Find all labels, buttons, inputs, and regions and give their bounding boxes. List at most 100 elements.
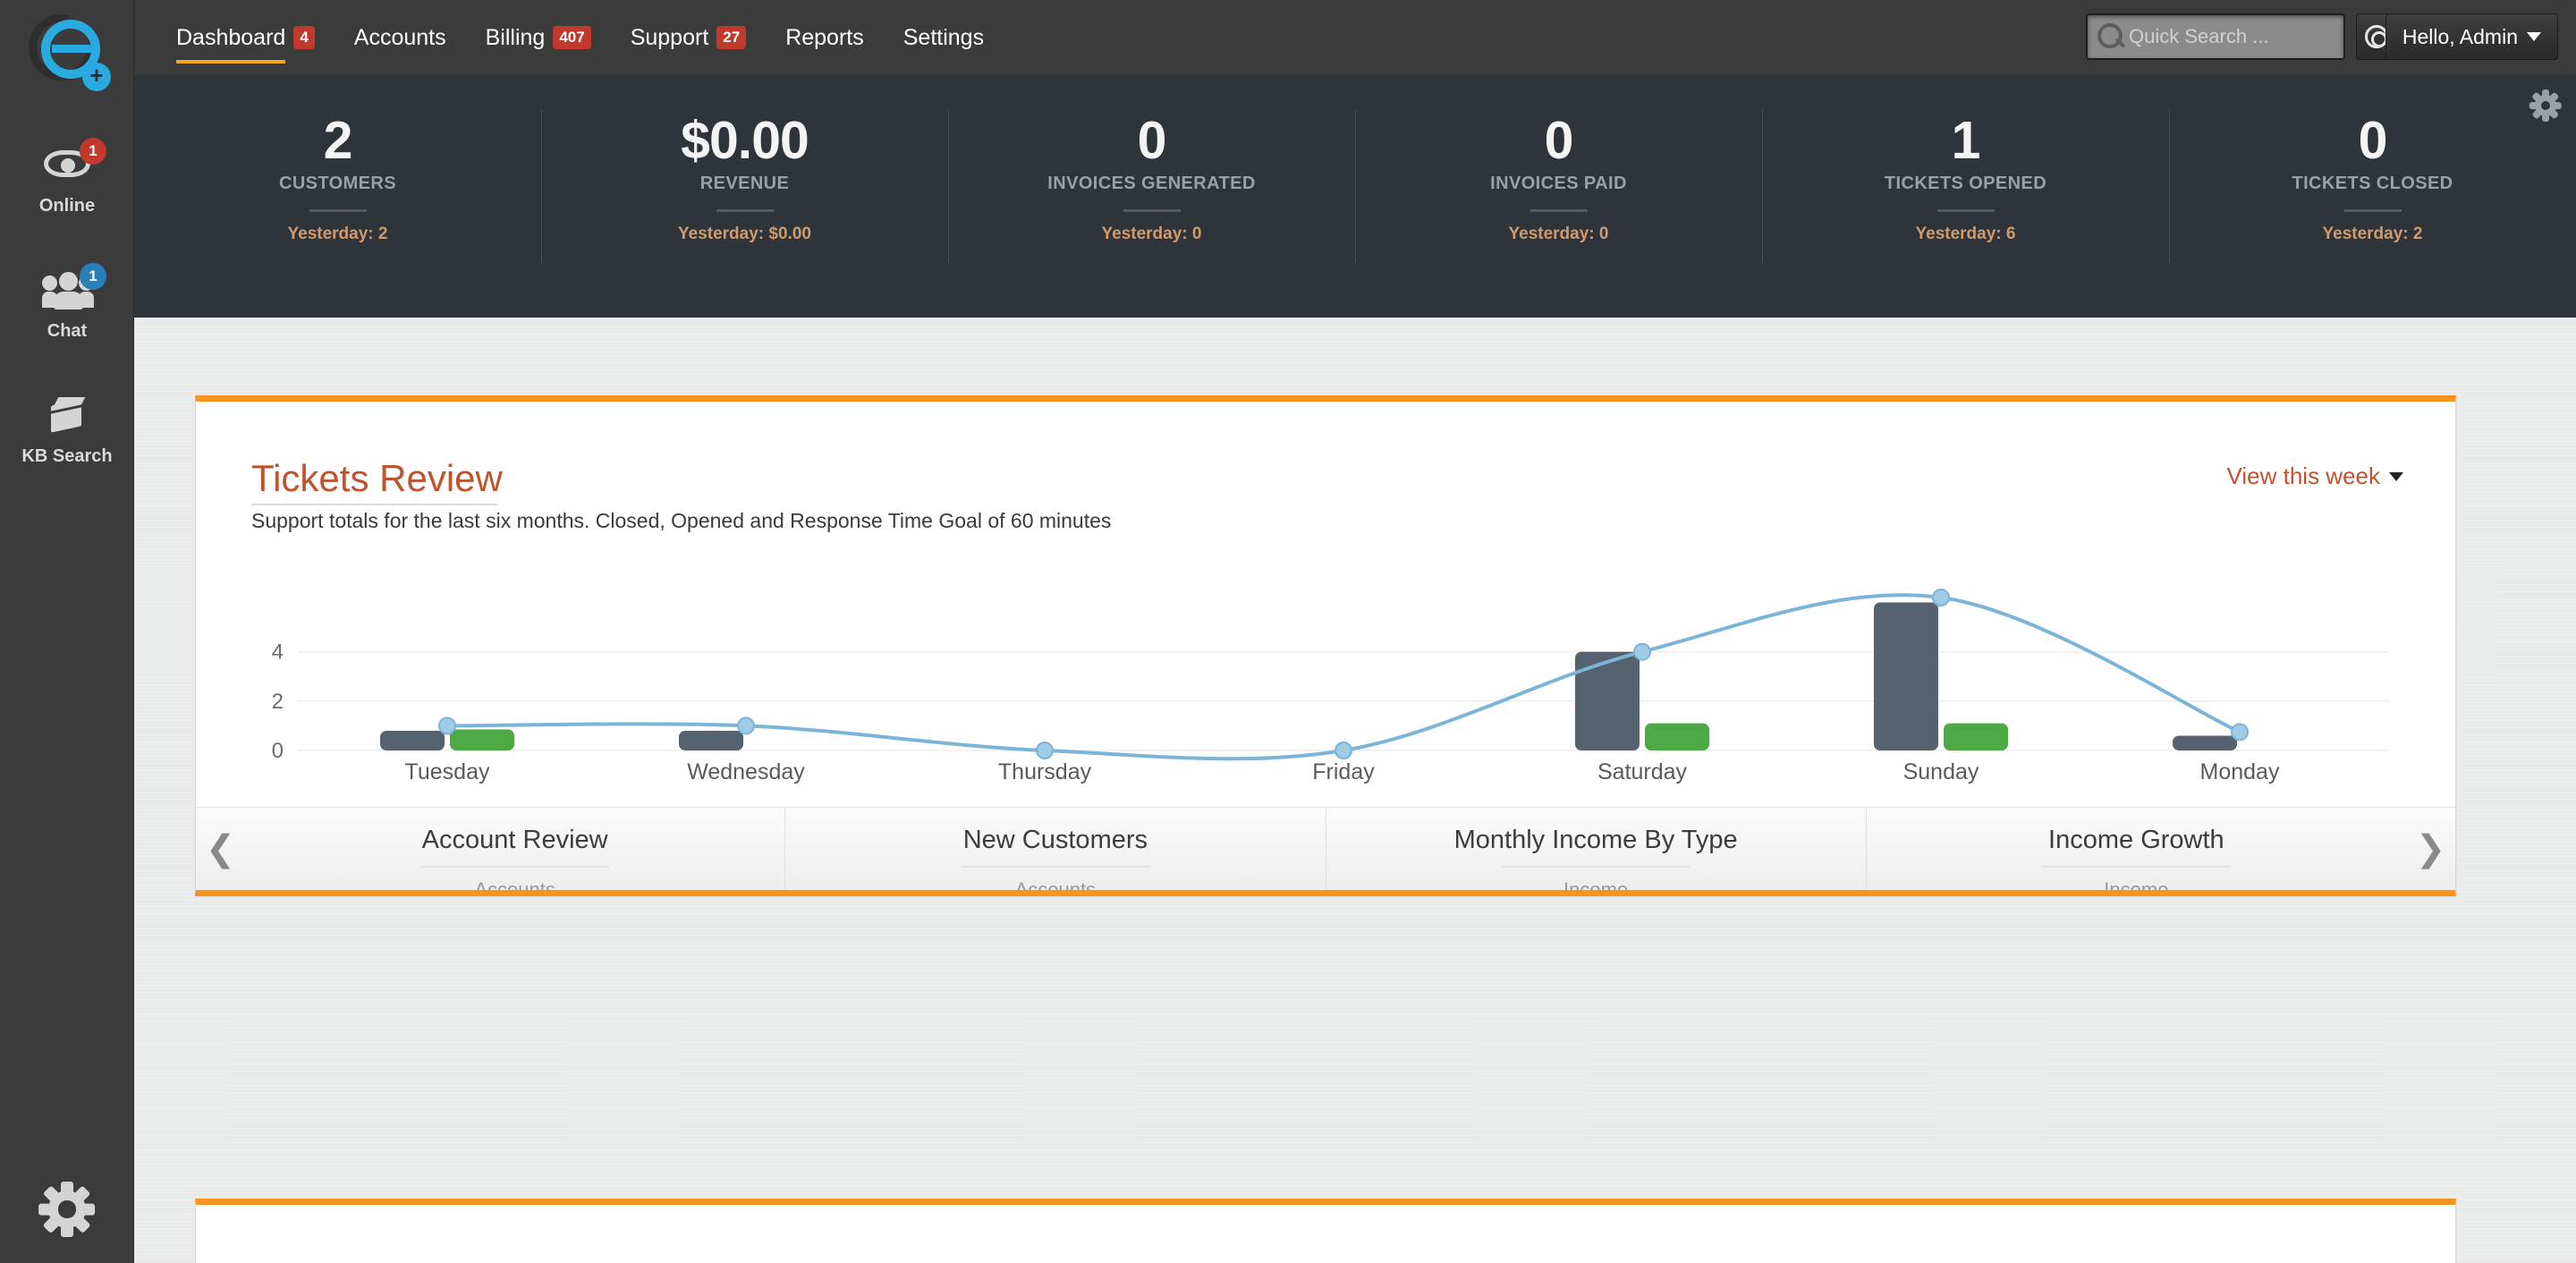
next-panel bbox=[195, 1199, 2456, 1263]
tickets-review-chart: 0 2 4 Tuesday Wednesday Thursday Friday Saturda… bbox=[251, 581, 2398, 786]
main-content: Tickets Review Support totals for the la… bbox=[134, 318, 2576, 1263]
x-axis-tick-label: Monday bbox=[2200, 759, 2280, 784]
chevron-left-icon[interactable]: ❮ bbox=[196, 808, 245, 890]
stat-customers[interactable]: 2 CUSTOMERS Yesterday: 2 bbox=[134, 97, 541, 293]
app-logo[interactable]: + bbox=[16, 2, 113, 95]
chart-line-point[interactable] bbox=[438, 716, 456, 735]
chart-bar[interactable] bbox=[1645, 723, 1709, 750]
rail-item-chat[interactable]: 1 Chat bbox=[0, 263, 134, 342]
y-axis-tick-label: 0 bbox=[272, 739, 284, 763]
rail-item-kb-search-label: KB Search bbox=[21, 446, 113, 466]
chart-bar[interactable] bbox=[1944, 723, 2008, 750]
chart-bar[interactable] bbox=[1575, 651, 1640, 750]
stat-invoices-paid-label: INVOICES PAID bbox=[1490, 174, 1627, 193]
carousel-track: Account Review Accounts New Customers Ac… bbox=[245, 808, 2406, 890]
chart-line-point[interactable] bbox=[2231, 723, 2249, 742]
carousel-tab-subtitle: Income bbox=[1563, 878, 1629, 890]
divider bbox=[2343, 209, 2402, 212]
chart-bar[interactable] bbox=[1874, 602, 1938, 750]
chart-line-point[interactable] bbox=[1932, 589, 1950, 607]
user-menu-label: Hello, Admin bbox=[2402, 24, 2518, 48]
y-axis-tick-label: 4 bbox=[272, 640, 284, 665]
nav-link-accounts-label: Accounts bbox=[353, 24, 446, 50]
y-axis-tick-label: 2 bbox=[272, 690, 284, 714]
nav-link-settings[interactable]: Settings bbox=[884, 0, 1004, 75]
book-icon bbox=[38, 394, 96, 437]
stat-invoices-generated-label: INVOICES GENERATED bbox=[1047, 174, 1256, 193]
nav-link-dashboard-label: Dashboard bbox=[176, 24, 286, 64]
nav-link-billing-label: Billing bbox=[485, 24, 546, 50]
nav-link-support[interactable]: Support 27 bbox=[611, 0, 766, 75]
carousel-tab-monthly-income-by-type[interactable]: Monthly Income By Type Income bbox=[1325, 808, 1866, 890]
chart-line-point[interactable] bbox=[1036, 742, 1054, 759]
nav-link-billing-count: 407 bbox=[553, 26, 591, 49]
gear-icon[interactable] bbox=[38, 1181, 96, 1238]
view-this-week-label: View this week bbox=[2226, 462, 2381, 489]
chart-line-point[interactable] bbox=[1633, 642, 1651, 661]
divider bbox=[2042, 866, 2231, 868]
chart-line-point[interactable] bbox=[1335, 742, 1352, 759]
stat-customers-yesterday: Yesterday: 2 bbox=[287, 225, 388, 243]
stat-customers-value: 2 bbox=[323, 111, 353, 170]
tickets-review-panel: Tickets Review Support totals for the la… bbox=[195, 395, 2456, 807]
stat-tickets-closed-yesterday: Yesterday: 2 bbox=[2322, 225, 2423, 243]
page-title: Tickets Review bbox=[251, 457, 503, 505]
stat-customers-label: CUSTOMERS bbox=[278, 174, 397, 193]
chart-bar[interactable] bbox=[450, 729, 514, 750]
search-box[interactable] bbox=[2086, 13, 2386, 60]
divider bbox=[309, 209, 367, 212]
quick-search bbox=[2086, 13, 2386, 60]
chart-bar[interactable] bbox=[2173, 735, 2237, 750]
search-input[interactable] bbox=[2125, 25, 2386, 48]
stats-bar: 2 CUSTOMERS Yesterday: 2 $0.00 REVENUE Y… bbox=[134, 75, 2576, 318]
nav-link-accounts[interactable]: Accounts bbox=[335, 0, 466, 75]
stat-tickets-opened-label: TICKETS OPENED bbox=[1884, 174, 2047, 193]
rail-item-online[interactable]: 1 Online bbox=[0, 138, 134, 216]
rail-item-kb-search[interactable]: KB Search bbox=[0, 394, 134, 467]
stat-invoices-generated-value: 0 bbox=[1137, 111, 1167, 170]
carousel-tab-title: Monthly Income By Type bbox=[1453, 826, 1738, 854]
chart-bar[interactable] bbox=[380, 730, 445, 750]
stat-invoices-paid-value: 0 bbox=[1544, 111, 1574, 170]
divider bbox=[716, 209, 774, 212]
carousel-tab-income-growth[interactable]: Income Growth Income bbox=[1865, 808, 2406, 890]
dashboard-widget-carousel: ❮ Account Review Accounts New Customers … bbox=[195, 807, 2456, 896]
stat-revenue-yesterday: Yesterday: $0.00 bbox=[678, 225, 811, 243]
view-this-week-dropdown[interactable]: View this week bbox=[2226, 462, 2403, 490]
carousel-tab-new-customers[interactable]: New Customers Accounts bbox=[784, 808, 1325, 890]
top-navigation-bar: Dashboard 4 Accounts Billing 407 Support… bbox=[134, 0, 2576, 75]
carousel: ❮ Account Review Accounts New Customers … bbox=[196, 808, 2455, 890]
plus-badge-icon: + bbox=[82, 63, 111, 91]
chart-bar[interactable] bbox=[679, 730, 743, 750]
stat-revenue-label: REVENUE bbox=[699, 174, 790, 193]
chart-line-point[interactable] bbox=[737, 716, 755, 735]
chevron-right-icon[interactable]: ❯ bbox=[2406, 808, 2455, 890]
divider bbox=[1936, 209, 1995, 212]
divider bbox=[1502, 866, 1690, 868]
carousel-tab-title: Account Review bbox=[421, 826, 608, 854]
rail-item-online-label: Online bbox=[38, 196, 96, 216]
people-icon: 1 bbox=[38, 263, 106, 311]
nav-link-reports-label: Reports bbox=[785, 24, 864, 50]
stat-tickets-closed-label: TICKETS CLOSED bbox=[2292, 174, 2453, 193]
stat-tickets-closed[interactable]: 0 TICKETS CLOSED Yesterday: 2 bbox=[2169, 97, 2576, 293]
stat-tickets-opened[interactable]: 1 TICKETS OPENED Yesterday: 6 bbox=[1762, 97, 2169, 293]
nav-link-settings-label: Settings bbox=[902, 24, 985, 50]
chevron-down-icon bbox=[2527, 32, 2541, 41]
x-axis-tick-label: Sunday bbox=[1903, 759, 1979, 784]
carousel-tab-title: New Customers bbox=[962, 826, 1148, 854]
nav-link-reports[interactable]: Reports bbox=[766, 0, 884, 75]
carousel-tab-subtitle: Accounts bbox=[1014, 878, 1097, 890]
carousel-tab-account-review[interactable]: Account Review Accounts bbox=[245, 808, 784, 890]
nav-links: Dashboard 4 Accounts Billing 407 Support… bbox=[157, 0, 1004, 75]
nav-link-billing[interactable]: Billing 407 bbox=[466, 0, 611, 75]
stat-revenue[interactable]: $0.00 REVENUE Yesterday: $0.00 bbox=[541, 97, 948, 293]
stat-invoices-generated[interactable]: 0 INVOICES GENERATED Yesterday: 0 bbox=[948, 97, 1355, 293]
stat-tickets-opened-value: 1 bbox=[1951, 111, 1981, 170]
x-axis-tick-label: Wednesday bbox=[687, 759, 805, 784]
chat-badge: 1 bbox=[80, 263, 106, 290]
user-menu-button[interactable]: Hello, Admin bbox=[2385, 13, 2558, 60]
stat-invoices-paid[interactable]: 0 INVOICES PAID Yesterday: 0 bbox=[1355, 97, 1762, 293]
magnifier-icon bbox=[2095, 21, 2125, 52]
nav-link-dashboard[interactable]: Dashboard 4 bbox=[157, 0, 335, 75]
